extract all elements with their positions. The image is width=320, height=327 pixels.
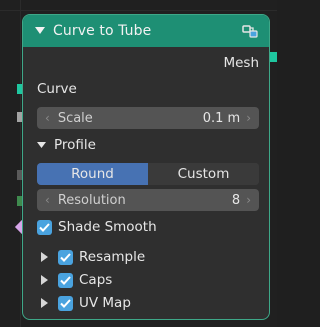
uv-map-label: UV Map xyxy=(79,295,131,311)
check-icon xyxy=(60,298,71,308)
grid-line xyxy=(0,10,277,11)
chevron-left-icon[interactable]: ‹ xyxy=(45,193,50,207)
profile-mode-selector[interactable]: Round Custom xyxy=(37,163,259,185)
node-group-icon[interactable] xyxy=(241,22,259,40)
chevron-down-icon[interactable] xyxy=(37,141,46,149)
shade-smooth-label: Shade Smooth xyxy=(58,219,157,235)
profile-label: Profile xyxy=(54,137,96,153)
node-header[interactable]: Curve to Tube xyxy=(23,15,269,47)
profile-panel-header[interactable]: Profile xyxy=(23,133,269,157)
resample-label: Resample xyxy=(79,249,146,265)
resolution-field[interactable]: ‹ Resolution 8 › xyxy=(37,189,259,211)
profile-round-option[interactable]: Round xyxy=(37,163,148,185)
chevron-right-icon[interactable]: › xyxy=(246,193,251,207)
chevron-left-icon[interactable]: ‹ xyxy=(45,111,50,125)
resample-checkbox[interactable] xyxy=(58,249,73,265)
check-icon xyxy=(39,222,50,232)
caps-checkbox[interactable] xyxy=(58,272,73,288)
check-icon xyxy=(60,275,71,285)
curve-to-tube-node[interactable]: Curve to Tube Mesh Curve ‹ Scale 0.1 m › xyxy=(22,14,270,320)
triangle-right-icon[interactable] xyxy=(41,275,48,285)
caps-label: Caps xyxy=(79,272,113,288)
check-icon xyxy=(60,252,71,262)
node-editor-canvas: Curve to Tube Mesh Curve ‹ Scale 0.1 m › xyxy=(0,0,277,327)
triangle-right-icon[interactable] xyxy=(41,298,48,308)
chevron-right-icon[interactable]: › xyxy=(246,111,251,125)
uv-map-checkbox[interactable] xyxy=(58,295,73,311)
mesh-output-label: Mesh xyxy=(223,55,259,71)
shade-smooth-row[interactable]: Shade Smooth xyxy=(23,215,269,239)
scale-field[interactable]: ‹ Scale 0.1 m › xyxy=(37,107,259,129)
resolution-value: 8 xyxy=(231,192,241,208)
curve-input-row: Curve xyxy=(23,77,269,101)
scale-label: Scale xyxy=(57,110,93,126)
triangle-right-icon[interactable] xyxy=(41,252,48,262)
uv-map-panel-header[interactable]: UV Map xyxy=(23,291,269,315)
resample-panel-header[interactable]: Resample xyxy=(23,245,269,269)
mesh-output-row: Mesh xyxy=(23,51,269,75)
caps-panel-header[interactable]: Caps xyxy=(23,268,269,292)
scale-value: 0.1 m xyxy=(202,110,241,126)
grid-line xyxy=(20,0,21,327)
profile-custom-option[interactable]: Custom xyxy=(148,163,259,185)
curve-input-label: Curve xyxy=(37,81,77,97)
shade-smooth-checkbox[interactable] xyxy=(37,219,52,235)
chevron-down-icon[interactable] xyxy=(33,24,47,38)
resolution-label: Resolution xyxy=(57,192,126,208)
node-title: Curve to Tube xyxy=(53,23,152,39)
